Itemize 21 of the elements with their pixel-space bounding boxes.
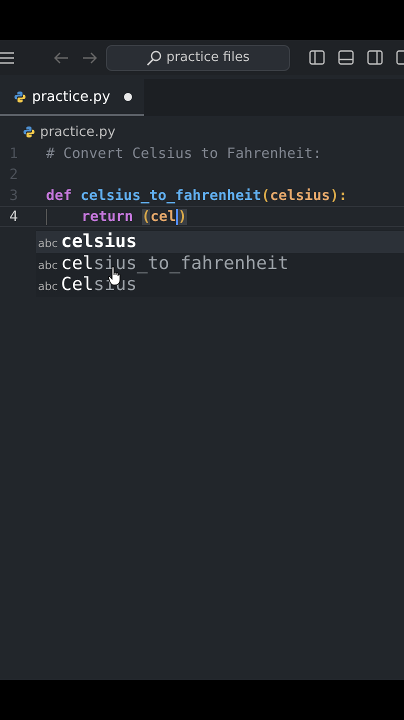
search-text: practice files [166, 50, 250, 65]
panel-layout-icon[interactable] [338, 50, 354, 65]
code-line: return (cel) [46, 208, 187, 224]
split-layout-icon[interactable] [367, 50, 383, 65]
unsaved-dot-icon[interactable] [124, 92, 132, 100]
search-icon [146, 50, 162, 66]
python-file-icon [14, 90, 26, 102]
search-field[interactable]: practice files [106, 44, 290, 70]
sidebar-layout-icon[interactable] [309, 50, 325, 65]
line-number: 4 [8, 208, 19, 224]
menu-icon[interactable] [0, 52, 14, 64]
breadcrumb-file-name[interactable]: practice.py [40, 124, 116, 140]
back-arrow-icon[interactable] [53, 52, 69, 64]
code-line: def celsius_to_fahrenheit(celsius): [46, 188, 348, 204]
forward-arrow-icon[interactable] [82, 52, 98, 64]
suggestion-item[interactable]: abc celsius_to_fahrenheit [36, 252, 404, 274]
editor-tab[interactable]: practice.py [0, 79, 144, 116]
code-comment: # Convert Celsius to Fahrenheit: [46, 146, 322, 162]
suggestion-item[interactable]: abc celsius [36, 231, 404, 252]
layout-icon[interactable] [396, 50, 404, 65]
python-file-icon [23, 126, 35, 138]
